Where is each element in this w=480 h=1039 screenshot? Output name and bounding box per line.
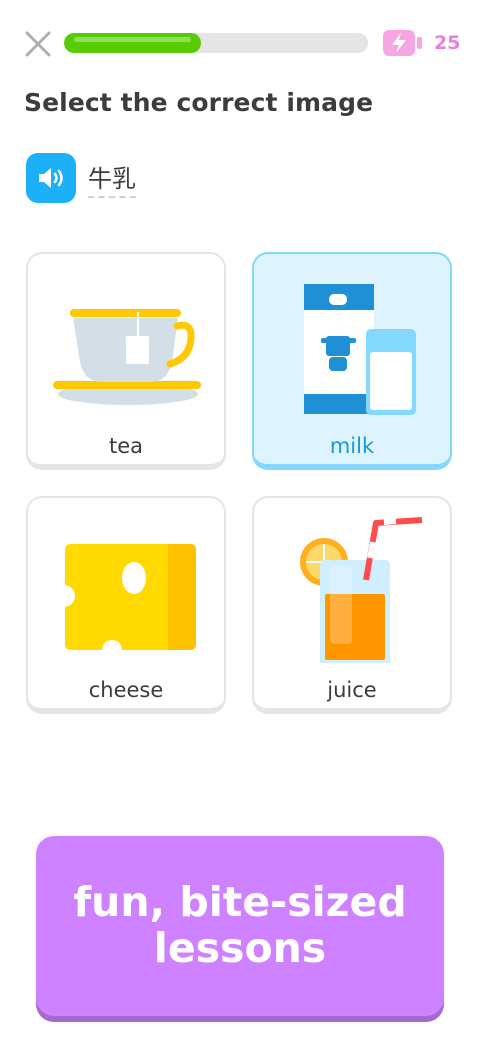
choice-card-tea[interactable]: tea	[26, 252, 226, 470]
prompt-title: Select the correct image	[24, 88, 374, 117]
juice-glass-icon	[300, 517, 423, 663]
milk-carton-icon	[304, 284, 416, 415]
cheese-icon	[53, 544, 196, 660]
answer-choices: tea milk cheese juice	[26, 252, 456, 724]
close-icon[interactable]	[22, 28, 54, 60]
promo-banner[interactable]: fun, bite-sized lessons	[36, 836, 444, 1016]
promo-text: fun, bite-sized lessons	[73, 878, 407, 972]
choice-label: tea	[108, 434, 144, 458]
choice-label: juice	[327, 678, 377, 702]
target-word[interactable]: 牛乳	[88, 159, 136, 198]
energy-battery-icon	[383, 30, 422, 56]
progress-bar	[64, 33, 368, 53]
choice-card-milk[interactable]: milk	[252, 252, 452, 470]
top-bar: 25	[0, 0, 480, 90]
progress-bar-fill	[64, 33, 201, 53]
energy-count: 25	[434, 32, 461, 54]
choice-label: cheese	[88, 678, 164, 702]
choice-card-juice[interactable]: juice	[252, 496, 452, 714]
audio-row: 牛乳	[26, 152, 136, 204]
teacup-icon	[53, 309, 201, 405]
play-audio-button[interactable]	[26, 153, 76, 203]
choice-label: milk	[329, 434, 375, 458]
choice-card-cheese[interactable]: cheese	[26, 496, 226, 714]
speaker-icon	[39, 168, 63, 188]
energy-indicator[interactable]: 25	[382, 28, 460, 58]
